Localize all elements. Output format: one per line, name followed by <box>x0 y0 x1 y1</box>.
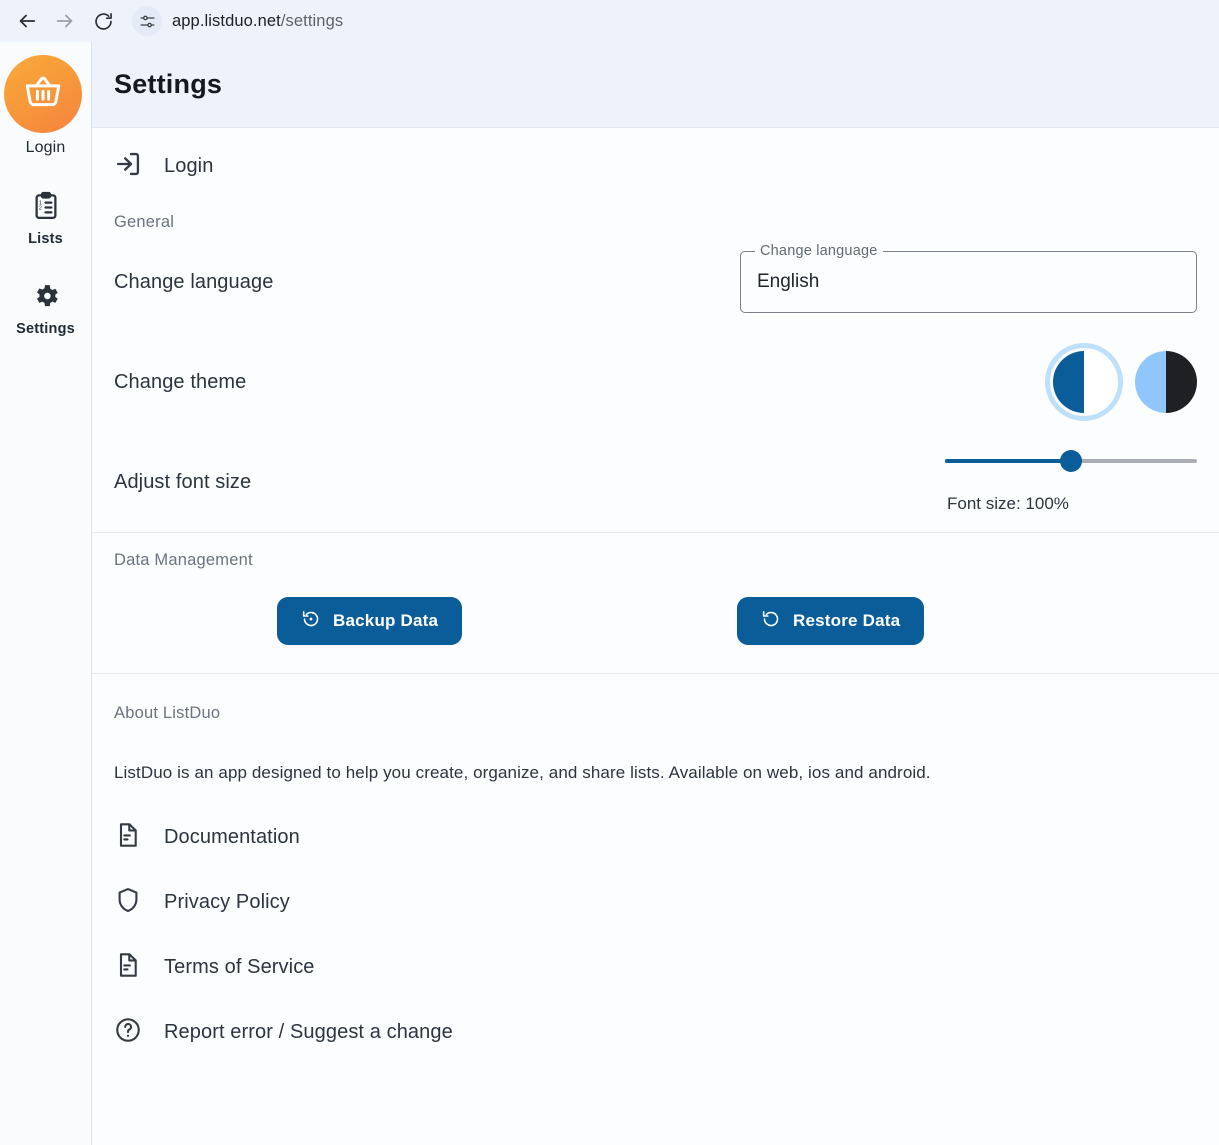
row-adjust-font-size: Adjust font size Font size: 100% <box>92 432 1219 532</box>
font-size-slider-block: Font size: 100% <box>945 450 1197 514</box>
about-description: ListDuo is an app designed to help you c… <box>114 763 1197 783</box>
swatch-left-half <box>1053 351 1084 413</box>
clipboard-list-icon: 1 2 <box>31 187 61 225</box>
adjust-font-size-label: Adjust font size <box>114 471 251 494</box>
font-size-caption: Font size: 100% <box>947 494 1069 514</box>
page-title: Settings <box>114 69 222 100</box>
sidebar-item-lists[interactable]: 1 2 Lists <box>0 187 92 247</box>
backup-restore-icon <box>301 609 321 634</box>
language-selected-value: English <box>757 271 819 293</box>
change-language-label: Change language <box>114 271 273 294</box>
link-label: Report error / Suggest a change <box>164 1021 453 1044</box>
restore-data-label: Restore Data <box>793 611 900 631</box>
link-privacy-policy[interactable]: Privacy Policy <box>114 870 1197 935</box>
swatch-left-half <box>1135 351 1166 413</box>
row-change-theme: Change theme <box>92 332 1219 432</box>
about-section: About ListDuo ListDuo is an app designed… <box>92 674 1219 1065</box>
back-button[interactable] <box>10 4 44 38</box>
url-host: app.listduo.net <box>172 12 281 30</box>
font-size-slider[interactable] <box>945 450 1197 472</box>
sidebar-item-label: Lists <box>28 231 63 247</box>
login-label: Login <box>164 155 213 178</box>
url-path: /settings <box>281 12 343 30</box>
document-icon <box>114 951 142 984</box>
svg-text:2: 2 <box>38 205 41 211</box>
rotate-left-icon <box>761 609 781 634</box>
backup-button-slot: Backup Data <box>277 597 737 645</box>
link-label: Terms of Service <box>164 956 315 979</box>
url-text: app.listduo.net/settings <box>172 12 343 31</box>
backup-data-label: Backup Data <box>333 611 438 631</box>
reload-icon <box>93 11 114 32</box>
language-select[interactable]: Change language English <box>740 251 1197 313</box>
sidebar-item-settings[interactable]: Settings <box>0 277 92 337</box>
question-circle-icon <box>114 1016 142 1049</box>
data-management-label: Data Management <box>114 551 1197 570</box>
app-logo[interactable] <box>4 55 82 133</box>
link-report-error[interactable]: Report error / Suggest a change <box>114 1000 1197 1065</box>
gear-icon <box>31 277 61 315</box>
row-change-language: Change language Change language English <box>92 232 1219 332</box>
backup-data-button[interactable]: Backup Data <box>277 597 462 645</box>
login-row[interactable]: Login <box>92 128 1219 201</box>
swatch-right-half <box>1166 351 1197 413</box>
back-arrow-icon <box>16 10 38 32</box>
sidebar-login-label: Login <box>26 139 66 157</box>
sidebar: Login 1 2 Lists <box>0 42 92 1145</box>
language-field-label: Change language <box>755 243 883 259</box>
theme-choices <box>1053 351 1197 413</box>
restore-button-slot: Restore Data <box>737 597 1197 645</box>
page-header: Settings <box>92 42 1219 128</box>
browser-toolbar: app.listduo.net/settings <box>0 0 1219 42</box>
slider-thumb[interactable] <box>1060 450 1082 472</box>
app-root: Login 1 2 Lists <box>0 42 1219 1145</box>
sidebar-item-login[interactable]: Login <box>0 55 92 157</box>
forward-arrow-icon <box>54 10 76 32</box>
swatch-right-half <box>1084 351 1115 413</box>
shopping-basket-icon <box>22 71 64 118</box>
about-section-label: About ListDuo <box>114 690 1197 723</box>
restore-data-button[interactable]: Restore Data <box>737 597 924 645</box>
document-icon <box>114 821 142 854</box>
general-section-label: General <box>92 201 1219 232</box>
main-content: Settings Login General Change language C… <box>92 42 1219 1145</box>
shield-icon <box>114 886 142 919</box>
slider-fill <box>945 459 1071 463</box>
sidebar-item-label: Settings <box>16 321 75 337</box>
data-management-buttons: Backup Data Restore Data <box>114 597 1197 645</box>
address-bar[interactable]: app.listduo.net/settings <box>132 6 1209 36</box>
link-label: Privacy Policy <box>164 891 290 914</box>
theme-option-light[interactable] <box>1053 351 1115 413</box>
link-terms-of-service[interactable]: Terms of Service <box>114 935 1197 1000</box>
login-icon <box>114 150 142 183</box>
theme-option-dark[interactable] <box>1135 351 1197 413</box>
forward-button[interactable] <box>48 4 82 38</box>
change-theme-label: Change theme <box>114 371 246 394</box>
about-links: Documentation Privacy Policy <box>114 805 1197 1065</box>
data-management-section: Data Management Backup Data <box>92 533 1219 673</box>
site-settings-icon[interactable] <box>132 6 162 36</box>
reload-button[interactable] <box>86 4 120 38</box>
link-documentation[interactable]: Documentation <box>114 805 1197 870</box>
link-label: Documentation <box>164 826 300 849</box>
